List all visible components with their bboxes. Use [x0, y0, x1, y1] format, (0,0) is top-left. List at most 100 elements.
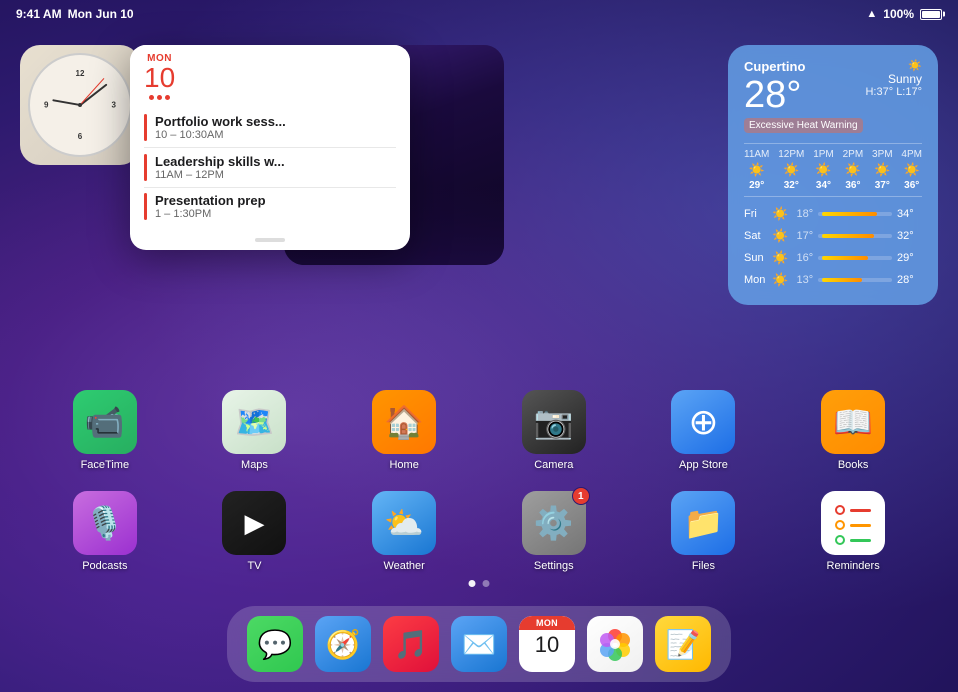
widget-weather[interactable]: Cupertino 28° ☀️ Sunny H:37° L:17° Exces…	[728, 45, 938, 305]
hour-time-1: 12PM	[778, 149, 804, 160]
dock-messages[interactable]: 💬	[247, 616, 303, 672]
hour-icon-1: ☀️	[778, 162, 804, 178]
books-icon-img: 📖	[821, 390, 885, 454]
weather-label: Weather	[383, 560, 424, 572]
clock-face: 12 3 6 9	[28, 53, 132, 157]
reminder-item-1	[835, 505, 871, 515]
weather-icon-img: ⛅	[372, 491, 436, 555]
weather-day-sun: Sun ☀️ 16° 29°	[744, 247, 922, 269]
reminder-line-3	[850, 539, 871, 542]
weather-daily: Fri ☀️ 18° 34° Sat ☀️ 17° 32° Sun	[744, 203, 922, 291]
weather-right-info: ☀️ Sunny H:37° L:17°	[865, 59, 922, 98]
calendar-event-1[interactable]: Portfolio work sess... 10 – 10:30AM	[130, 108, 410, 147]
hour-icon-4: ☀️	[872, 162, 893, 178]
weather-day-sat: Sat ☀️ 17° 32°	[744, 225, 922, 247]
app-files[interactable]: 📁 Files	[671, 491, 735, 572]
day-hi-sun: 29°	[897, 252, 922, 264]
clock-6: 6	[78, 132, 82, 141]
day-name-fri: Fri	[744, 208, 772, 220]
weather-hour-4: 3PM ☀️ 37°	[872, 149, 893, 191]
apps-grid: 📹 FaceTime 🗺️ Maps 🏠 Home 📷 Camera ⊕ App…	[0, 390, 958, 572]
calendar-date-badge: MON 10	[144, 53, 175, 100]
podcasts-label: Podcasts	[82, 560, 127, 572]
clock-3: 3	[112, 101, 116, 110]
hour-temp-1: 32°	[778, 180, 804, 191]
hour-temp-3: 36°	[843, 180, 864, 191]
weather-hi-lo: H:37° L:17°	[865, 86, 922, 98]
app-books[interactable]: 📖 Books	[821, 390, 885, 471]
calendar-event-3[interactable]: Presentation prep 1 – 1:30PM	[130, 187, 410, 226]
day-hi-mon: 28°	[897, 274, 922, 286]
app-appstore[interactable]: ⊕ App Store	[671, 390, 735, 471]
dock-cal-day: 10	[535, 632, 559, 658]
files-icon-img: 📁	[671, 491, 735, 555]
calendar-day-number: 10	[144, 64, 175, 92]
day-bar-mon	[822, 278, 863, 282]
weather-hour-1: 12PM ☀️ 32°	[778, 149, 804, 191]
calendar-events: Portfolio work sess... 10 – 10:30AM Lead…	[130, 104, 410, 234]
photos-icon-svg	[595, 624, 635, 664]
reminder-circle-1	[835, 505, 845, 515]
app-settings[interactable]: ⚙️ 1 Settings	[522, 491, 586, 572]
event-title-3: Presentation prep	[155, 193, 396, 208]
cal-dot-2	[157, 95, 162, 100]
dock-safari[interactable]: 🧭	[315, 616, 371, 672]
app-podcasts[interactable]: 🎙️ Podcasts	[73, 491, 137, 572]
reminders-icon-img	[821, 491, 885, 555]
dock-mail[interactable]: ✉️	[451, 616, 507, 672]
dock-notes[interactable]: 📝	[655, 616, 711, 672]
widget-clock[interactable]: 12 3 6 9	[20, 45, 140, 165]
day-bar-container-mon	[818, 278, 892, 282]
weather-hour-2: 1PM ☀️ 34°	[813, 149, 834, 191]
hour-icon-5: ☀️	[901, 162, 922, 178]
day-bar-sat	[822, 234, 874, 238]
weather-top-row: Cupertino 28° ☀️ Sunny H:37° L:17°	[744, 59, 922, 114]
dock-calendar[interactable]: MON 10	[519, 616, 575, 672]
dock-music[interactable]: 🎵	[383, 616, 439, 672]
minute-hand	[80, 83, 108, 105]
hour-hand	[52, 99, 80, 106]
reminders-inner	[827, 497, 879, 549]
files-label: Files	[692, 560, 715, 572]
status-date: Mon Jun 10	[68, 7, 134, 21]
day-lo-sat: 17°	[788, 230, 813, 242]
hour-time-4: 3PM	[872, 149, 893, 160]
app-facetime[interactable]: 📹 FaceTime	[73, 390, 137, 471]
facetime-icon-img: 📹	[73, 390, 137, 454]
reminder-item-2	[835, 520, 871, 530]
reminder-line-1	[850, 509, 871, 512]
reminder-circle-3	[835, 535, 845, 545]
status-time: 9:41 AM	[16, 7, 62, 21]
day-icon-sun: ☀️	[772, 250, 788, 266]
day-lo-sun: 16°	[788, 252, 813, 264]
dock-photos[interactable]	[587, 616, 643, 672]
page-dot-1	[469, 580, 476, 587]
podcasts-icon-img: 🎙️	[73, 491, 137, 555]
event-content-3: Presentation prep 1 – 1:30PM	[155, 193, 396, 220]
day-bar-sun	[822, 256, 868, 260]
battery-icon	[920, 9, 942, 20]
app-tv[interactable]: ▶ TV	[222, 491, 286, 572]
facetime-label: FaceTime	[81, 459, 130, 471]
calendar-event-2[interactable]: Leadership skills w... 11AM – 12PM	[130, 148, 410, 187]
status-left: 9:41 AM Mon Jun 10	[16, 7, 134, 21]
app-maps[interactable]: 🗺️ Maps	[222, 390, 286, 471]
day-bar-container-sun	[818, 256, 892, 260]
day-name-mon: Mon	[744, 274, 772, 286]
app-home[interactable]: 🏠 Home	[372, 390, 436, 471]
calendar-header: MON 10	[130, 45, 410, 104]
hour-temp-2: 34°	[813, 180, 834, 191]
app-camera[interactable]: 📷 Camera	[522, 390, 586, 471]
weather-alert-banner: Excessive Heat Warning	[744, 114, 922, 137]
cal-scroll-indicator	[130, 234, 410, 250]
hour-time-0: 11AM	[744, 149, 769, 160]
clock-9: 9	[44, 101, 48, 110]
app-weather[interactable]: ⛅ Weather	[372, 491, 436, 572]
hour-temp-5: 36°	[901, 180, 922, 191]
apps-row-2: 🎙️ Podcasts ▶ TV ⛅ Weather ⚙️ 1 Settings…	[30, 491, 928, 572]
reminder-item-3	[835, 535, 871, 545]
weather-alert-text: Excessive Heat Warning	[744, 118, 863, 133]
app-reminders[interactable]: Reminders	[821, 491, 885, 572]
weather-hour-0: 11AM ☀️ 29°	[744, 149, 769, 191]
widget-calendar[interactable]: MON 10 Portfolio work sess... 10 – 10:30…	[130, 45, 410, 250]
